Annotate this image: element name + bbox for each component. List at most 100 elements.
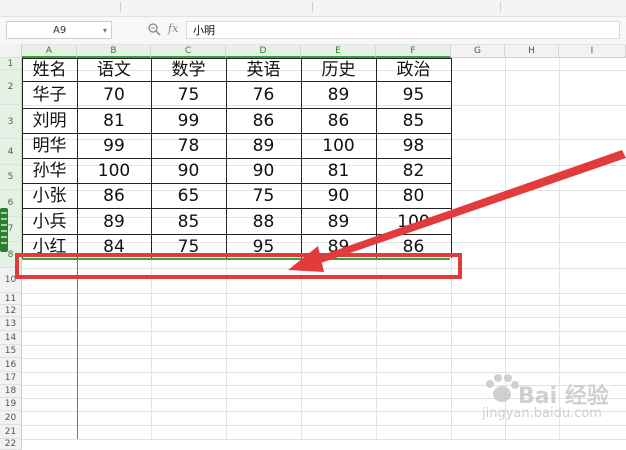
- table-border: [376, 58, 377, 258]
- row-header-21[interactable]: 21: [0, 425, 22, 439]
- toolbar-divider: [500, 2, 501, 12]
- paw-icon: [486, 374, 519, 402]
- table-cell[interactable]: 100: [77, 160, 151, 183]
- row-header-17[interactable]: 17: [0, 372, 22, 385]
- fx-icon[interactable]: fx: [168, 22, 178, 35]
- zoom-icon[interactable]: [147, 22, 161, 36]
- table-border: [77, 58, 78, 258]
- table-border: [22, 183, 451, 184]
- table-cell[interactable]: 89: [226, 135, 301, 158]
- table-cell[interactable]: 89: [301, 210, 376, 234]
- column-header-a[interactable]: A: [22, 44, 77, 58]
- row-header-3[interactable]: 3: [0, 105, 22, 139]
- table-border: [451, 58, 452, 258]
- table-cell[interactable]: 98: [376, 135, 451, 158]
- row-header-19[interactable]: 19: [0, 398, 22, 411]
- table-cell[interactable]: 76: [226, 83, 301, 108]
- scroll-handle[interactable]: [0, 208, 8, 252]
- table-cell[interactable]: 100: [376, 210, 451, 234]
- table-cell[interactable]: 89: [77, 210, 151, 234]
- table-cell[interactable]: 华子: [22, 83, 77, 108]
- table-cell[interactable]: 86: [301, 110, 376, 133]
- column-header-d[interactable]: D: [226, 44, 301, 58]
- table-border: [22, 108, 451, 109]
- row-header-5[interactable]: 5: [0, 165, 22, 190]
- toolbar-strip: [0, 0, 626, 17]
- formula-input[interactable]: 小明: [186, 21, 620, 39]
- table-cell[interactable]: 95: [376, 83, 451, 108]
- table-cell[interactable]: 85: [376, 110, 451, 133]
- header-cell[interactable]: 姓名: [22, 60, 77, 81]
- formula-bar: A9 ▾ fx 小明: [0, 17, 626, 45]
- select-all-corner[interactable]: [0, 44, 22, 58]
- row-header-14[interactable]: 14: [0, 331, 22, 345]
- table-cell[interactable]: 78: [151, 135, 226, 158]
- row-header-2[interactable]: 2: [0, 70, 22, 105]
- row-header-1[interactable]: 1: [0, 58, 22, 70]
- table-cell[interactable]: 90: [226, 160, 301, 183]
- row-header-12[interactable]: 12: [0, 305, 22, 317]
- column-header-h[interactable]: H: [505, 44, 559, 58]
- column-header-f[interactable]: F: [376, 44, 451, 58]
- header-cell[interactable]: 语文: [77, 60, 151, 81]
- table-cell[interactable]: 明华: [22, 135, 77, 158]
- grid-line: [22, 44, 626, 45]
- table-cell[interactable]: 81: [301, 160, 376, 183]
- table-cell[interactable]: 86: [77, 185, 151, 208]
- row-header-13[interactable]: 13: [0, 317, 22, 331]
- name-box[interactable]: A9 ▾: [6, 21, 112, 39]
- table-cell[interactable]: 99: [151, 110, 226, 133]
- header-cell[interactable]: 政治: [376, 60, 451, 81]
- table-border: [22, 208, 451, 209]
- table-cell[interactable]: 90: [301, 185, 376, 208]
- row-header-15[interactable]: 15: [0, 345, 22, 358]
- row-header-4[interactable]: 4: [0, 139, 22, 165]
- toolbar-divider: [312, 2, 313, 12]
- chevron-down-icon[interactable]: ▾: [103, 22, 107, 40]
- table-cell[interactable]: 孙华: [22, 160, 77, 183]
- grid-line: [22, 293, 626, 294]
- table-border: [22, 234, 451, 235]
- table-cell[interactable]: 小张: [22, 185, 77, 208]
- table-border: [22, 133, 451, 134]
- row-header-20[interactable]: 20: [0, 411, 22, 425]
- row-header-16[interactable]: 16: [0, 358, 22, 372]
- table-cell[interactable]: 70: [77, 83, 151, 108]
- table-cell[interactable]: 100: [301, 135, 376, 158]
- column-header-c[interactable]: C: [151, 44, 226, 58]
- watermark-subtext: jingyan.baidu.com: [482, 406, 602, 421]
- column-header-g[interactable]: G: [451, 44, 505, 58]
- row-header-11[interactable]: 11: [0, 293, 22, 305]
- name-box-value: A9: [53, 25, 67, 36]
- table-cell[interactable]: 86: [226, 110, 301, 133]
- table-cell[interactable]: 刘明: [22, 110, 77, 133]
- table-border: [226, 58, 227, 258]
- header-cell[interactable]: 历史: [301, 60, 376, 81]
- row-header-22[interactable]: 22: [0, 439, 22, 450]
- table-border: [151, 58, 152, 258]
- table-cell[interactable]: 99: [77, 135, 151, 158]
- table-cell[interactable]: 小兵: [22, 210, 77, 234]
- table-cell[interactable]: 85: [151, 210, 226, 234]
- table-cell[interactable]: 65: [151, 185, 226, 208]
- header-cell[interactable]: 数学: [151, 60, 226, 81]
- table-cell[interactable]: 89: [301, 83, 376, 108]
- grid-line: [22, 439, 626, 440]
- table-cell[interactable]: 81: [77, 110, 151, 133]
- table-cell[interactable]: 82: [376, 160, 451, 183]
- watermark: Bai 经验 jingyan.baidu.com: [482, 372, 622, 432]
- table-cell[interactable]: 88: [226, 210, 301, 234]
- row-header-18[interactable]: 18: [0, 385, 22, 398]
- header-cell[interactable]: 英语: [226, 60, 301, 81]
- annotation-highlight-box: [15, 253, 462, 279]
- table-border: [301, 58, 302, 258]
- column-header-e[interactable]: E: [301, 44, 376, 58]
- table-border: [22, 81, 451, 82]
- table-cell[interactable]: 75: [226, 185, 301, 208]
- table-cell[interactable]: 90: [151, 160, 226, 183]
- column-header-b[interactable]: B: [77, 44, 151, 58]
- grid-line: [22, 305, 626, 306]
- table-cell[interactable]: 75: [151, 83, 226, 108]
- column-header-i[interactable]: I: [559, 44, 626, 58]
- table-cell[interactable]: 80: [376, 185, 451, 208]
